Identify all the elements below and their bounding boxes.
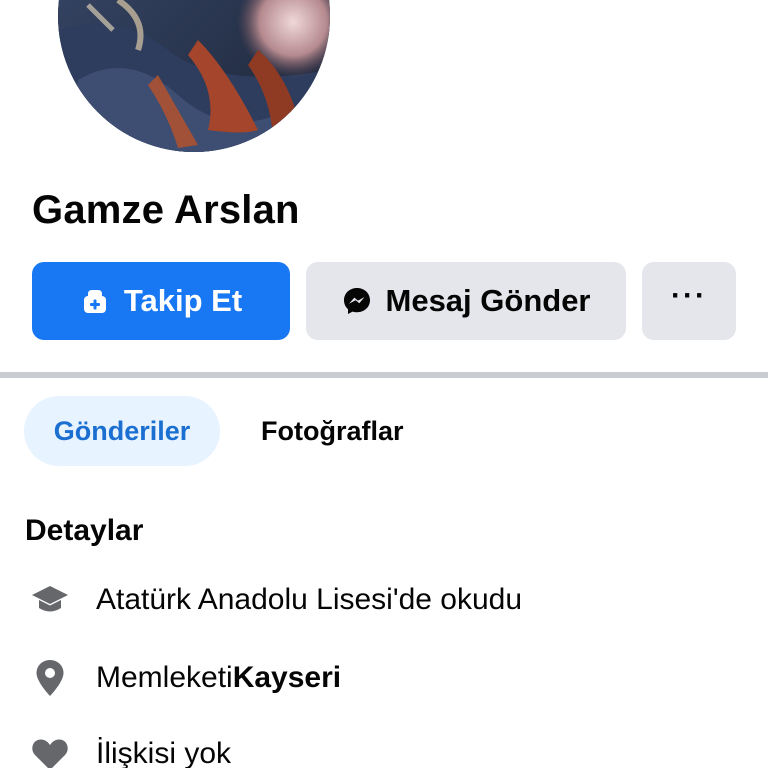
follow-button[interactable]: Takip Et: [32, 262, 290, 340]
section-divider: [0, 372, 768, 378]
detail-hometown-city: Kayseri: [232, 661, 342, 694]
tab-photos[interactable]: Fotoğraflar: [261, 396, 404, 466]
follow-label: Takip Et: [123, 283, 243, 318]
follow-icon: [80, 286, 110, 316]
detail-education-text: Atatürk Anadolu Lisesi'de okudu: [96, 583, 523, 616]
details-heading: Detaylar: [25, 514, 144, 547]
more-options-button[interactable]: ···: [642, 262, 736, 340]
location-pin-icon: [0, 659, 96, 697]
messenger-icon: [342, 286, 372, 316]
more-icon: ···: [671, 279, 707, 312]
profile-page: Gamze Arslan Takip Et Mesaj Gönder ··· G…: [0, 0, 768, 768]
tab-posts[interactable]: Gönderiler: [24, 396, 220, 466]
profile-name: Gamze Arslan: [32, 188, 300, 232]
avatar-photo: [58, 0, 330, 152]
detail-relationship-text: İlişkisi yok: [96, 737, 232, 768]
profile-avatar[interactable]: [58, 0, 330, 152]
message-button[interactable]: Mesaj Gönder: [306, 262, 626, 340]
graduation-cap-icon: [0, 583, 96, 617]
detail-hometown-prefix: Memleketi: [96, 661, 233, 694]
detail-relationship: İlişkisi yok: [0, 730, 231, 768]
detail-hometown: Memleketi Kayseri: [0, 654, 341, 702]
heart-icon: [0, 737, 96, 768]
detail-education: Atatürk Anadolu Lisesi'de okudu: [0, 576, 522, 624]
message-label: Mesaj Gönder: [385, 283, 591, 318]
